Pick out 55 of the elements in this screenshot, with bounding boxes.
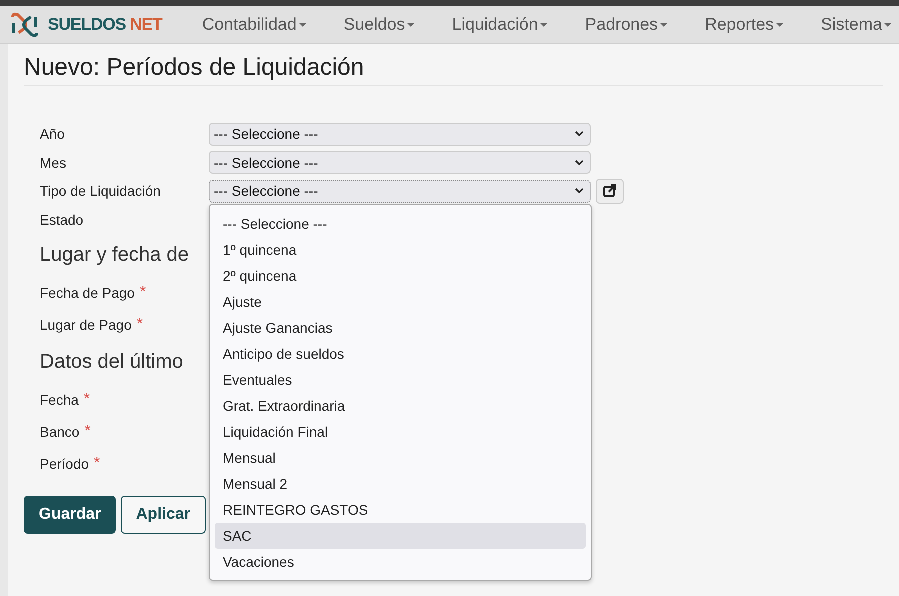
caret-icon — [407, 22, 416, 26]
section-heading: Datos del último — [40, 351, 184, 374]
chevron-down-icon — [575, 160, 584, 166]
page-title: Nuevo: Períodos de Liquidación — [24, 54, 883, 86]
chevron-down-icon — [575, 131, 584, 138]
dropdown-option[interactable]: Mensual 2 — [215, 471, 586, 497]
dropdown-option[interactable]: Vacaciones — [215, 549, 586, 575]
menu-item[interactable]: Sueldos — [326, 14, 434, 34]
menu-item[interactable]: Contabilidad — [184, 14, 326, 34]
dropdown-option[interactable]: Eventuales — [215, 367, 586, 393]
dropdown-option[interactable]: 1º quincena — [215, 237, 586, 263]
select-field[interactable]: --- Seleccione --- — [209, 180, 591, 203]
logo-icon — [10, 10, 40, 38]
save-button[interactable]: Guardar — [24, 496, 116, 534]
field-label: Período — [40, 456, 90, 472]
select-field[interactable]: --- Seleccione --- — [209, 151, 591, 174]
required-mark: * — [84, 423, 91, 441]
menu-item[interactable]: Sistema — [803, 14, 899, 34]
menu-item[interactable]: Liquidación — [434, 14, 568, 34]
caret-icon — [884, 22, 892, 26]
dropdown-option[interactable]: Ajuste — [215, 289, 586, 315]
section-heading: Lugar y fecha de — [40, 244, 189, 267]
caret-icon — [298, 22, 307, 26]
dropdown-option[interactable]: Anticipo de sueldos — [215, 341, 586, 367]
required-mark: * — [84, 391, 90, 409]
caret-icon — [660, 22, 668, 26]
required-mark: * — [136, 316, 144, 334]
required-mark: * — [94, 455, 100, 473]
select-field[interactable]: --- Seleccione --- — [209, 122, 591, 146]
external-link-icon — [603, 184, 617, 198]
menu-item[interactable]: Padrones — [567, 14, 688, 34]
menu-item[interactable]: Reportes — [687, 14, 804, 34]
open-link-button[interactable] — [596, 178, 624, 204]
dropdown-option[interactable]: --- Seleccione --- — [215, 211, 586, 237]
field-label: Banco — [40, 424, 80, 440]
chevron-down-icon — [575, 188, 584, 194]
field-label: Estado — [40, 212, 85, 228]
brand-name: SUELDOS NET — [48, 14, 162, 34]
caret-icon — [540, 22, 548, 26]
field-label: Año — [40, 126, 66, 142]
dropdown-option[interactable]: Grat. Extraordinaria — [215, 393, 586, 419]
apply-button[interactable]: Aplicar — [121, 496, 206, 534]
dropdown-option[interactable]: Ajuste Ganancias — [215, 315, 586, 341]
dropdown-option[interactable]: Liquidación Final — [215, 419, 586, 445]
field-label: Fecha de Pago — [40, 285, 135, 301]
dropdown-option[interactable]: Mensual — [215, 445, 586, 471]
field-label: Mes — [40, 154, 68, 171]
caret-icon — [776, 22, 784, 26]
required-mark: * — [140, 284, 146, 302]
field-label: Fecha — [40, 392, 79, 408]
dropdown-option[interactable]: 2º quincena — [215, 263, 586, 289]
dropdown-option[interactable]: SAC — [215, 523, 586, 549]
dropdown-option[interactable]: REINTEGRO GASTOS — [215, 497, 586, 523]
field-label: Lugar de Pago — [40, 317, 132, 333]
field-label: Tipo de Liquidación — [40, 183, 162, 200]
